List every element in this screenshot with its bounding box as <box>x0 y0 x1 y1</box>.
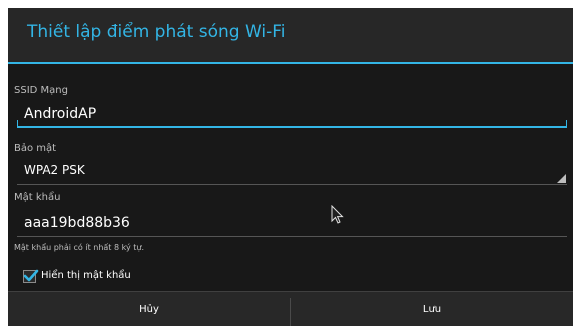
checkmark-icon <box>23 269 39 282</box>
show-password-label[interactable]: Hiển thị mật khẩu <box>41 270 131 281</box>
wifi-hotspot-dialog: Thiết lập điểm phát sóng Wi-Fi SSID Mạng… <box>8 8 573 326</box>
save-button[interactable]: Lưu <box>291 292 573 326</box>
security-selected[interactable]: WPA2 PSK <box>24 163 85 177</box>
password-value[interactable]: aaa19bd88b36 <box>24 215 130 231</box>
dialog-title-bar: Thiết lập điểm phát sóng Wi-Fi <box>8 8 573 63</box>
ssid-value[interactable]: AndroidAP <box>24 106 96 122</box>
mouse-pointer-icon <box>331 205 344 224</box>
show-password-checkbox[interactable] <box>23 269 39 283</box>
ssid-field-underline <box>17 126 567 128</box>
screen: Thiết lập điểm phát sóng Wi-Fi SSID Mạng… <box>0 0 575 326</box>
dialog-button-bar: Hủy Lưu <box>8 291 573 326</box>
spinner-arrow-icon <box>557 174 566 183</box>
password-underline <box>17 236 567 237</box>
ssid-label: SSID Mạng <box>14 85 68 96</box>
cancel-button[interactable]: Hủy <box>8 292 290 326</box>
password-hint: Mật khẩu phải có ít nhất 8 ký tự. <box>14 243 144 252</box>
dialog-title: Thiết lập điểm phát sóng Wi-Fi <box>27 22 286 42</box>
security-underline <box>17 184 567 185</box>
password-label: Mật khẩu <box>14 192 61 203</box>
dialog-body: SSID Mạng AndroidAP Bảo mật WPA2 PSK Mật… <box>8 64 573 291</box>
security-label: Bảo mật <box>14 143 57 154</box>
ssid-field-right-edge <box>566 120 567 126</box>
